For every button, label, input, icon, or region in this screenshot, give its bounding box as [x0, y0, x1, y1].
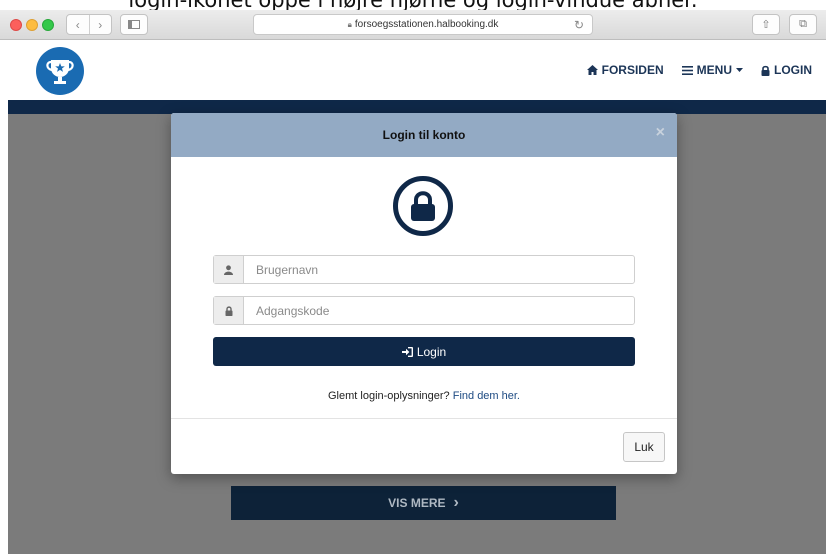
vis-mere-label: VIS MERE	[388, 496, 446, 510]
login-button-label: Login	[416, 344, 447, 359]
lock-icon	[761, 65, 770, 76]
menu-icon	[681, 65, 693, 75]
home-icon	[586, 65, 598, 75]
lock-icon	[393, 176, 453, 236]
username-field	[213, 255, 635, 284]
lock-small-icon	[214, 297, 244, 324]
login-modal: Login til konto × Login Glemt login-oply…	[171, 113, 677, 474]
close-window-icon[interactable]	[10, 19, 22, 31]
history-buttons: ‹ ›	[66, 14, 112, 35]
caret-down-icon	[736, 68, 743, 72]
login-button[interactable]: Login	[213, 337, 635, 366]
modal-footer-divider	[171, 418, 677, 419]
modal-header: Login til konto ×	[171, 113, 677, 157]
header-divider-bar	[0, 100, 826, 114]
modal-title: Login til konto	[382, 128, 466, 142]
share-button[interactable]: ⇧	[752, 14, 780, 35]
nav-menu[interactable]: MENU	[681, 63, 743, 77]
vis-mere-button[interactable]: VIS MERE ›	[231, 486, 616, 520]
forward-button[interactable]: ›	[90, 15, 112, 34]
user-icon	[214, 256, 244, 283]
main-nav: FORSIDEN MENU LOGIN	[586, 63, 812, 77]
trophy-logo-icon[interactable]	[36, 47, 84, 95]
sidebar-toggle-button[interactable]	[120, 14, 148, 35]
close-icon[interactable]: ×	[656, 124, 665, 142]
sidebar-icon	[128, 20, 140, 29]
maximize-window-icon[interactable]	[42, 19, 54, 31]
chevron-right-icon: ›	[453, 494, 459, 511]
site-header: FORSIDEN MENU LOGIN	[0, 41, 826, 100]
sign-in-icon	[401, 346, 413, 357]
forgot-text: Glemt login-oplysninger?	[328, 390, 453, 402]
tabs-overview-button[interactable]: ⧉	[789, 14, 817, 35]
page-edge	[0, 100, 8, 554]
minimize-window-icon[interactable]	[26, 19, 38, 31]
reload-icon[interactable]: ↻	[574, 18, 584, 32]
password-input[interactable]	[244, 297, 634, 324]
nav-forsiden[interactable]: FORSIDEN	[586, 63, 664, 77]
password-field	[213, 296, 635, 325]
secure-lock-icon: 🔒︎	[347, 19, 352, 29]
browser-toolbar: ‹ › 🔒︎ forsoegsstationen.halbooking.dk ↻…	[0, 10, 826, 40]
address-bar[interactable]: 🔒︎ forsoegsstationen.halbooking.dk ↻	[253, 14, 593, 35]
back-button[interactable]: ‹	[67, 15, 90, 34]
forgot-link[interactable]: Find dem her.	[453, 390, 520, 402]
username-input[interactable]	[244, 256, 634, 283]
nav-login[interactable]: LOGIN	[761, 63, 812, 77]
luk-button[interactable]: Luk	[623, 432, 665, 462]
url-text: forsoegsstationen.halbooking.dk	[354, 19, 499, 30]
forgot-credentials: Glemt login-oplysninger? Find dem her.	[171, 390, 677, 402]
